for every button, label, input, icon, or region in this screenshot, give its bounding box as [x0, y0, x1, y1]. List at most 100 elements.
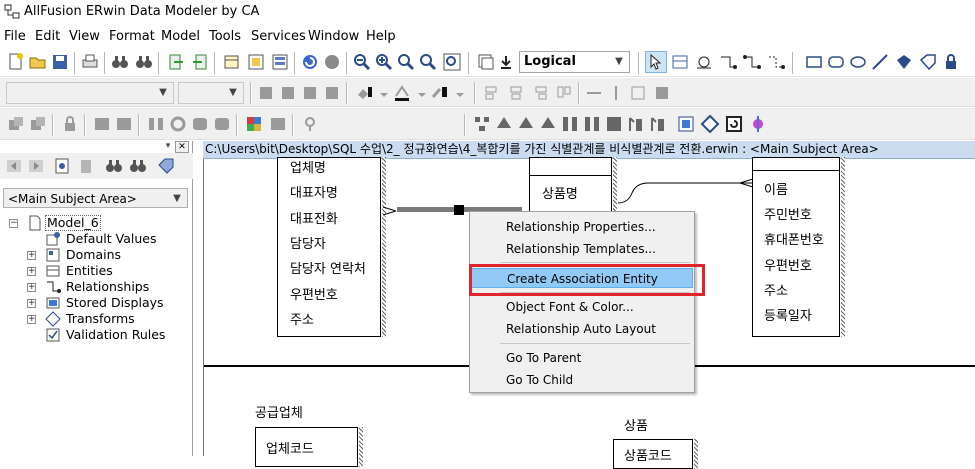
table-display-icon[interactable] — [246, 52, 266, 72]
expand-icon[interactable]: + — [27, 251, 36, 260]
forward-engineer-icon[interactable] — [212, 114, 232, 134]
lock-icon[interactable] — [60, 114, 80, 134]
tree-item[interactable]: + Stored Displays — [0, 295, 190, 311]
menu-tools[interactable]: Tools — [209, 29, 241, 44]
forward-icon[interactable] — [26, 156, 46, 176]
expand-icon[interactable]: + — [27, 283, 36, 292]
menu-item-relationship-auto-layout[interactable]: Relationship Auto Layout — [471, 319, 693, 339]
line-tool-icon[interactable] — [870, 52, 890, 72]
menu-item-relationship-properties[interactable]: Relationship Properties... — [471, 217, 693, 237]
menu-item-object-font-color[interactable]: Object Font & Color... — [471, 297, 693, 317]
transform-many-to-many-icon[interactable] — [560, 114, 580, 134]
dropdown-arrow-icon[interactable] — [374, 83, 394, 103]
non-identifying-relationship-icon[interactable] — [766, 52, 786, 72]
entity-display-icon[interactable] — [222, 52, 242, 72]
report-icon[interactable] — [268, 114, 288, 134]
pin-icon[interactable]: ▾ — [162, 141, 174, 153]
expand-icon[interactable]: + — [27, 299, 36, 308]
print-icon[interactable] — [80, 52, 100, 72]
expand-icon[interactable]: + — [27, 267, 36, 276]
export-icon[interactable] — [190, 52, 210, 72]
menu-item-relationship-templates[interactable]: Relationship Templates... — [471, 239, 693, 259]
tree-item[interactable]: + Entities — [0, 263, 190, 279]
align-left-icon[interactable] — [482, 83, 502, 103]
font-size-select[interactable]: ▼ — [178, 82, 244, 104]
display-level-icon[interactable] — [476, 52, 496, 72]
relationship-line-right[interactable] — [617, 178, 754, 215]
rounded-rectangle-tool-icon[interactable] — [826, 52, 846, 72]
subtype-tool-icon[interactable] — [694, 52, 714, 72]
zoom-actual-icon[interactable] — [418, 52, 438, 72]
menu-edit[interactable]: Edit — [35, 29, 60, 44]
subject-area-icon[interactable] — [28, 114, 48, 134]
back-icon[interactable] — [4, 156, 24, 176]
menu-services[interactable]: Services — [251, 29, 306, 44]
tree-item[interactable]: + Relationships — [0, 279, 190, 295]
transform-split-icon[interactable] — [582, 114, 602, 134]
tag-icon[interactable] — [156, 156, 176, 176]
expand-icon[interactable]: + — [27, 315, 36, 324]
font-name-select[interactable]: ▼ — [6, 82, 174, 104]
transform-subtype-icon[interactable] — [494, 114, 514, 134]
import-icon[interactable] — [166, 52, 186, 72]
delete-icon[interactable] — [76, 156, 96, 176]
transform-roll-up-icon[interactable] — [516, 114, 536, 134]
transform-wizard-icon[interactable] — [748, 114, 768, 134]
select-pointer-icon[interactable] — [645, 51, 667, 73]
download-arrow-icon[interactable] — [496, 52, 516, 72]
menu-item-go-to-child[interactable]: Go To Child — [471, 370, 693, 390]
italic-icon[interactable] — [278, 83, 298, 103]
transform-undo-icon[interactable] — [724, 114, 744, 134]
space-vertical-icon[interactable] — [606, 83, 626, 103]
same-size-icon[interactable] — [628, 83, 648, 103]
find-next-icon[interactable] — [134, 52, 154, 72]
sync-icon[interactable] — [168, 114, 188, 134]
dropdown-arrow-icon[interactable] — [450, 83, 470, 103]
transform-horizontal-icon[interactable] — [648, 114, 668, 134]
mart-save-icon[interactable] — [114, 114, 134, 134]
rectangle-tool-icon[interactable] — [804, 52, 824, 72]
align-center-icon[interactable] — [506, 83, 526, 103]
arrange-icon[interactable] — [652, 83, 672, 103]
model-mart-icon[interactable] — [244, 114, 264, 134]
tree-item[interactable]: Default Values — [0, 231, 190, 247]
redo-icon[interactable] — [322, 52, 342, 72]
model-explorer-icon[interactable] — [6, 114, 26, 134]
zoom-out-icon[interactable] — [352, 52, 372, 72]
find-next-icon[interactable] — [128, 156, 148, 176]
entity-tool-icon[interactable] — [670, 52, 690, 72]
menu-window[interactable]: Window — [308, 29, 359, 44]
fill-color-icon[interactable] — [354, 83, 374, 103]
transform-merge-icon[interactable] — [604, 114, 624, 134]
lock-object-icon[interactable] — [942, 52, 962, 72]
align-right-icon[interactable] — [530, 83, 550, 103]
align-top-icon[interactable] — [554, 83, 574, 103]
bold-icon[interactable] — [256, 83, 276, 103]
zoom-window-icon[interactable] — [442, 52, 462, 72]
menu-model[interactable]: Model — [161, 29, 200, 44]
properties-icon[interactable] — [52, 156, 72, 176]
close-icon[interactable]: ✕ — [175, 141, 189, 153]
relationship-selection-handle[interactable] — [454, 205, 464, 215]
save-icon[interactable] — [50, 52, 70, 72]
open-folder-icon[interactable] — [28, 52, 48, 72]
find-binoculars-icon[interactable] — [104, 156, 124, 176]
attribute-display-icon[interactable] — [270, 52, 290, 72]
underline-icon[interactable] — [300, 83, 320, 103]
identifying-relationship-icon[interactable] — [718, 52, 738, 72]
space-horizontal-icon[interactable] — [584, 83, 604, 103]
transform-table-icon[interactable] — [676, 114, 696, 134]
tree-item[interactable]: + Domains — [0, 247, 190, 263]
tree-item[interactable]: − Model_6 — [0, 215, 190, 231]
tree-item[interactable]: Validation Rules — [0, 327, 190, 343]
transform-navigate-icon[interactable] — [700, 114, 720, 134]
font-color-icon[interactable] — [392, 83, 412, 103]
polyline-tool-icon[interactable] — [894, 52, 914, 72]
collapse-icon[interactable]: − — [9, 219, 18, 228]
transform-partition-icon[interactable] — [626, 114, 646, 134]
menu-file[interactable]: File — [4, 29, 26, 44]
menu-item-go-to-parent[interactable]: Go To Parent — [471, 348, 693, 368]
line-color-icon[interactable] — [430, 83, 450, 103]
dropdown-arrow-icon[interactable] — [412, 83, 432, 103]
undo-icon[interactable] — [300, 52, 320, 72]
